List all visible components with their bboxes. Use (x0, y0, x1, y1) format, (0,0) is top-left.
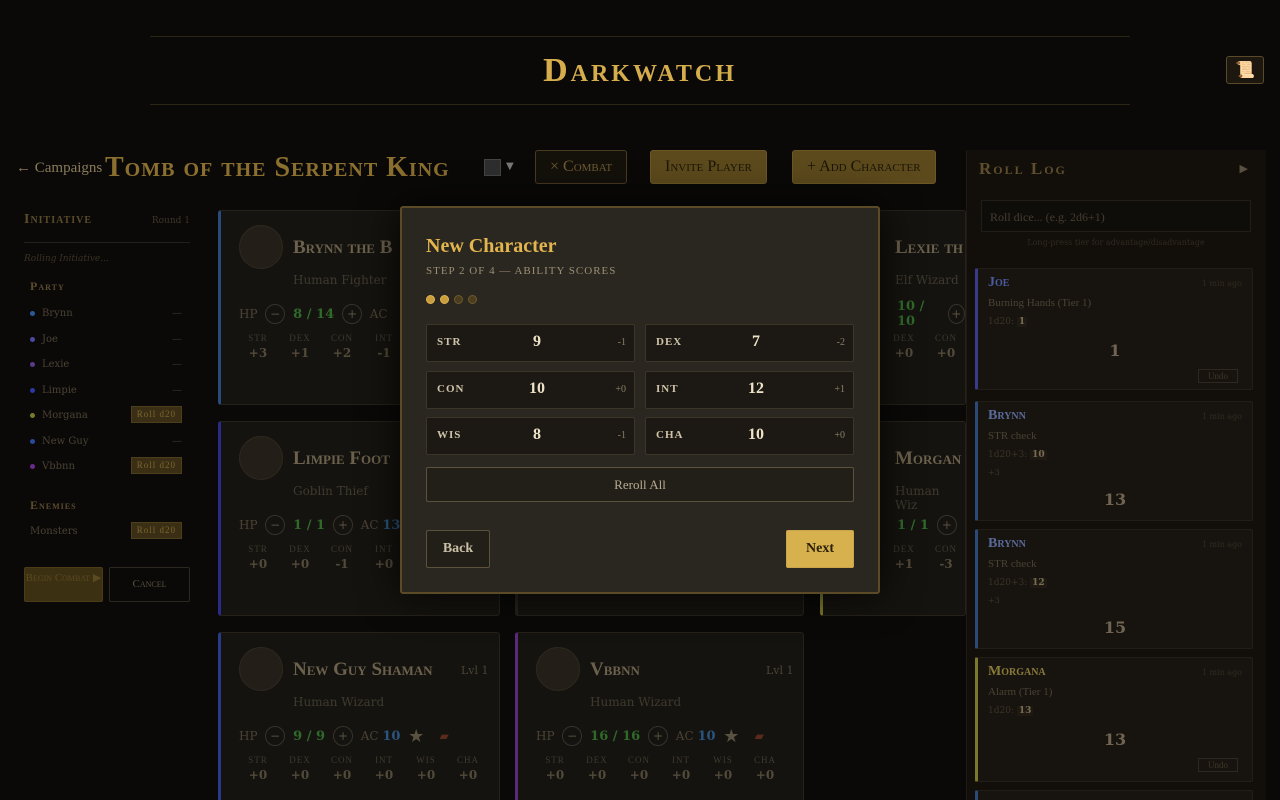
ability-value: 10 (748, 426, 764, 443)
ability-name: STR (437, 336, 462, 348)
ability-modifier: -1 (617, 430, 626, 441)
ability-name: DEX (656, 336, 683, 348)
step-indicator: STEP 2 OF 4 — ABILITY SCORES (426, 265, 617, 277)
ability-name: INT (656, 383, 679, 395)
back-button[interactable]: Back (426, 530, 490, 568)
ability-modifier: -2 (836, 337, 845, 348)
ability-modifier: -1 (617, 337, 626, 348)
ability-score-dex[interactable]: DEX 7 -2 (645, 324, 854, 362)
step-dot (426, 295, 435, 304)
next-button[interactable]: Next (786, 530, 854, 568)
ability-value: 9 (533, 333, 541, 350)
ability-score-con[interactable]: CON 10 +0 (426, 371, 635, 409)
ability-name: WIS (437, 429, 462, 441)
new-character-dialog: New Character STEP 2 OF 4 — ABILITY SCOR… (400, 206, 880, 594)
reroll-all-button[interactable]: Reroll All (426, 467, 854, 502)
ability-modifier: +0 (615, 384, 626, 395)
ability-score-cha[interactable]: CHA 10 +0 (645, 417, 854, 455)
ability-name: CON (437, 383, 465, 395)
ability-modifier: +0 (834, 430, 845, 441)
ability-value: 12 (748, 380, 764, 397)
ability-value: 10 (529, 380, 545, 397)
dialog-title: New Character (426, 235, 557, 257)
ability-score-wis[interactable]: WIS 8 -1 (426, 417, 635, 455)
ability-score-int[interactable]: INT 12 +1 (645, 371, 854, 409)
ability-value: 8 (533, 426, 541, 443)
step-dot (454, 295, 463, 304)
ability-value: 7 (752, 333, 760, 350)
step-dot (468, 295, 477, 304)
ability-name: CHA (656, 429, 684, 441)
step-dots (426, 295, 482, 304)
step-dot (440, 295, 449, 304)
ability-modifier: +1 (834, 384, 845, 395)
ability-score-str[interactable]: STR 9 -1 (426, 324, 635, 362)
